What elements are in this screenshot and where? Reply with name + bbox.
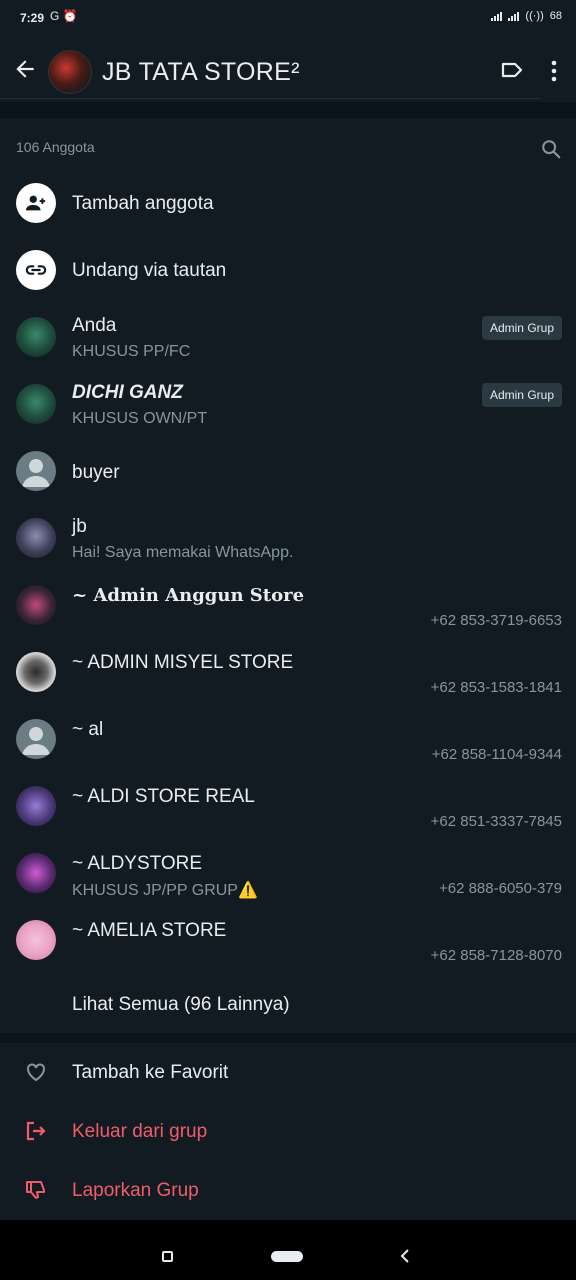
member-about: KHUSUS OWN/PT <box>72 410 208 427</box>
member-phone: +62 853-3719-6653 <box>430 612 562 629</box>
member-row[interactable]: ~ al +62 858-1104-9344 <box>0 706 576 773</box>
member-phone: +62 888-6050-379 <box>438 880 562 897</box>
back-arrow-icon[interactable] <box>12 56 38 82</box>
member-name: ~ ALDI STORE REAL <box>72 786 255 807</box>
header-divider <box>0 98 540 99</box>
thumbs-down-icon <box>26 1181 45 1199</box>
member-name: ~ ALDYSTORE <box>72 853 203 874</box>
member-avatar <box>16 786 56 826</box>
member-row[interactable]: DICHI GANZ KHUSUS OWN/PT Admin Grup <box>0 371 576 438</box>
search-icon[interactable] <box>540 138 562 160</box>
recents-button[interactable] <box>162 1251 173 1262</box>
member-row[interactable]: jb Hai! Saya memakai WhatsApp. <box>0 505 576 572</box>
member-about: KHUSUS PP/FC <box>72 343 191 360</box>
member-row[interactable]: ~ ALDYSTORE KHUSUS JP/PP GRUP⚠️ +62 888-… <box>0 840 576 907</box>
member-phone: +62 851-3337-7845 <box>430 813 562 830</box>
add-to-favorites-row[interactable]: Tambah ke Favorit <box>0 1043 576 1102</box>
member-avatar <box>16 920 56 960</box>
add-member-row[interactable]: Tambah anggota <box>0 170 576 237</box>
member-name: ~ 𝐀𝐝𝐦𝐢𝐧 𝐀𝐧𝐠𝐠𝐮𝐧 𝐒𝐭𝐨𝐫𝐞 <box>72 585 305 606</box>
admin-badge: Admin Grup <box>481 383 562 407</box>
status-time: 7:29 <box>20 11 45 25</box>
member-name: DICHI GANZ <box>72 382 183 403</box>
link-icon <box>16 250 56 290</box>
member-row[interactable]: buyer <box>0 438 576 505</box>
app-bar: JB TATA STORE² <box>0 36 576 102</box>
default-avatar-icon <box>16 451 56 491</box>
exit-group-label: Keluar dari grup <box>72 1121 208 1142</box>
add-person-icon <box>16 183 56 223</box>
more-options-icon[interactable] <box>544 58 564 84</box>
member-avatar <box>16 652 56 692</box>
member-avatar <box>16 518 56 558</box>
invite-link-row[interactable]: Undang via tautan <box>0 237 576 304</box>
invite-link-label: Undang via tautan <box>72 260 227 281</box>
report-group-label: Laporkan Grup <box>72 1180 199 1201</box>
home-button[interactable] <box>271 1251 303 1262</box>
member-row[interactable]: ~ 𝐀𝐝𝐦𝐢𝐧 𝐀𝐧𝐠𝐠𝐮𝐧 𝐒𝐭𝐨𝐫𝐞 +62 853-3719-6653 <box>0 572 576 639</box>
member-name: ~ AMELIA STORE <box>72 920 227 941</box>
member-about: KHUSUS JP/PP GRUP⚠️ <box>72 882 258 899</box>
nav-back-icon[interactable] <box>398 1248 412 1264</box>
group-title[interactable]: JB TATA STORE² <box>102 58 300 87</box>
member-row[interactable]: ~ ALDI STORE REAL +62 851-3337-7845 <box>0 773 576 840</box>
members-section: 106 Anggota Tambah anggota Undang via ta… <box>0 118 576 1033</box>
member-row[interactable]: ~ ADMIN MISYEL STORE +62 853-1583-1841 <box>0 639 576 706</box>
heart-icon <box>27 1063 45 1082</box>
member-name: Anda <box>72 315 117 336</box>
default-avatar-icon <box>16 719 56 759</box>
label-icon[interactable] <box>500 60 524 80</box>
see-all-members-link[interactable]: Lihat Semua (96 Lainnya) <box>72 994 290 1016</box>
member-phone: +62 853-1583-1841 <box>430 679 562 696</box>
admin-badge: Admin Grup <box>481 316 562 340</box>
system-nav-bar <box>0 1220 576 1280</box>
member-avatar <box>16 853 56 893</box>
exit-icon <box>26 1121 46 1141</box>
member-avatar <box>16 317 56 357</box>
section-gap <box>0 102 576 118</box>
signal-icon-2 <box>508 11 520 21</box>
battery-level: 68 <box>549 10 562 22</box>
group-avatar[interactable] <box>48 50 92 94</box>
member-name: jb <box>72 516 87 537</box>
report-group-row[interactable]: Laporkan Grup <box>0 1161 576 1220</box>
member-row[interactable]: Anda KHUSUS PP/FC Admin Grup <box>0 304 576 371</box>
member-phone: +62 858-1104-9344 <box>431 746 562 763</box>
member-count: 106 Anggota <box>16 139 95 155</box>
member-name: ~ al <box>72 719 104 740</box>
status-left-icons: G ⏰ <box>50 9 78 23</box>
member-name: buyer <box>72 462 120 483</box>
status-right-icons: ((·)) 68 <box>491 10 562 22</box>
group-actions-section: Tambah ke Favorit Keluar dari grup Lapor… <box>0 1043 576 1220</box>
member-phone: +62 858-7128-8070 <box>430 947 562 964</box>
member-avatar <box>16 384 56 424</box>
member-name: ~ ADMIN MISYEL STORE <box>72 652 294 673</box>
status-bar: 7:29 G ⏰ ((·)) 68 <box>0 0 576 36</box>
signal-icon <box>491 11 503 21</box>
wifi-icon: ((·)) <box>525 10 544 22</box>
add-to-favorites-label: Tambah ke Favorit <box>72 1062 229 1083</box>
member-row[interactable]: ~ AMELIA STORE +62 858-7128-8070 <box>0 907 576 974</box>
member-avatar <box>16 585 56 625</box>
add-member-label: Tambah anggota <box>72 193 214 214</box>
exit-group-row[interactable]: Keluar dari grup <box>0 1102 576 1161</box>
member-about: Hai! Saya memakai WhatsApp. <box>72 544 294 561</box>
